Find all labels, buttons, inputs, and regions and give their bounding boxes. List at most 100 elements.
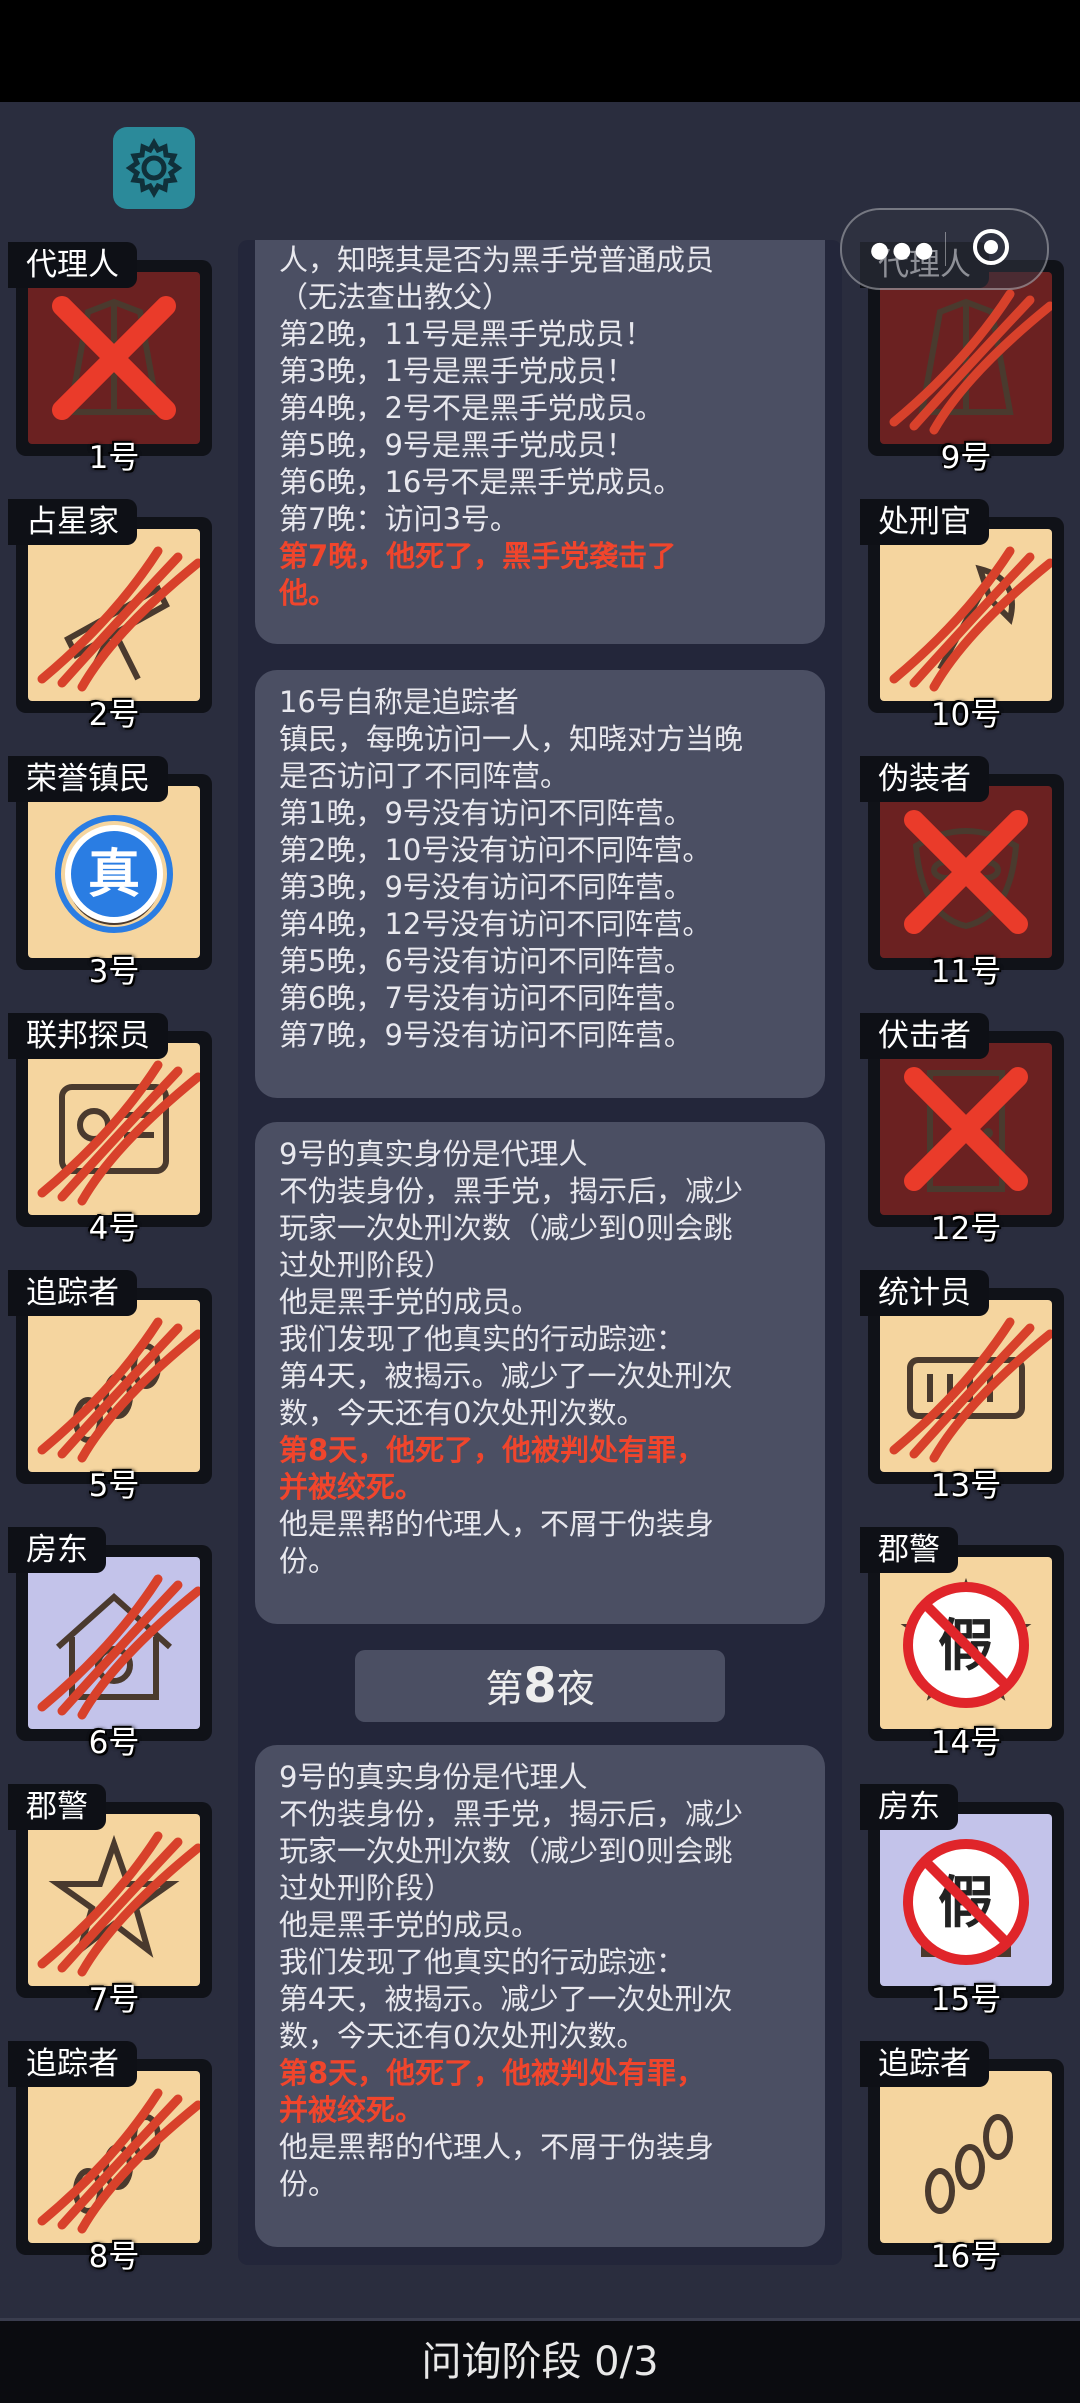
target-icon[interactable]: [972, 228, 1010, 266]
coat-icon: [889, 289, 1052, 435]
log-line: 9号的真实身份是代理人: [279, 1760, 588, 1794]
role-label: 代理人: [8, 242, 137, 288]
footprints-icon: [925, 2114, 1013, 2214]
door-icon: [904, 1067, 1028, 1192]
more-dots-icon[interactable]: ●●●: [870, 238, 937, 263]
footprints-icon: [37, 2088, 200, 2234]
axe-icon: [889, 546, 1052, 692]
player-number: 3号: [88, 954, 140, 990]
player-card[interactable]: 假 郡警 14号: [856, 1527, 1064, 1761]
player-number: 9号: [940, 440, 992, 476]
dead-x-icon: [904, 810, 1028, 934]
role-label: 追踪者: [8, 1270, 137, 1316]
role-portrait: [880, 529, 1052, 701]
log-line: （无法查出教父）: [279, 280, 512, 314]
log-line: 第5晚，6号没有访问不同阵营。: [279, 944, 693, 978]
player-card[interactable]: 追踪者 16号: [856, 2041, 1064, 2275]
log-line-death: 第7晚，他死了，黑手党袭击了: [279, 539, 677, 573]
player-number: 16号: [930, 2239, 1002, 2275]
player-number: 14号: [930, 1725, 1002, 1761]
log-line: 我们发现了他真实的行动踪迹：: [279, 1322, 686, 1356]
role-label: 郡警: [860, 1527, 958, 1573]
settings-button[interactable]: [113, 127, 195, 209]
log-line: 第4晚，12号没有访问不同阵营。: [279, 907, 712, 941]
mini-program-capsule: ●●●: [840, 208, 1049, 290]
player-card[interactable]: 代理人 1号: [4, 242, 212, 476]
log-entry: 9号的真实身份是代理人 不伪装身份，黑手党，揭示后，减少 玩家一次处刑次数（减少到0…: [255, 1745, 825, 2247]
mask-icon: [904, 810, 1028, 934]
player-card[interactable]: 统计员 13号: [856, 1270, 1064, 1504]
role-portrait: 假: [880, 1814, 1052, 1986]
role-portrait: [880, 1043, 1052, 1215]
log-line: 人，知晓其是否为黑手党普通成员: [279, 243, 715, 277]
log-line: 他是黑手党的成员。: [279, 1285, 541, 1319]
log-line: 我们发现了他真实的行动踪迹：: [279, 1945, 686, 1979]
gear-icon: [125, 137, 183, 199]
player-card[interactable]: 伏击者 12号: [856, 1013, 1064, 1247]
role-label: 追踪者: [860, 2041, 989, 2087]
player-card[interactable]: 真 荣誉镇民 3号: [4, 756, 212, 990]
log-line: 第6晚，7号没有访问不同阵营。: [279, 981, 693, 1015]
role-label: 占星家: [8, 499, 137, 545]
log-line: 第2晚，11号是黑手党成员！: [279, 317, 654, 351]
log-line: 是否访问了不同阵营。: [279, 759, 570, 793]
log-line: 第1晚，9号没有访问不同阵营。: [279, 796, 693, 830]
role-label: 联邦探员: [8, 1013, 168, 1059]
fake-badge-icon: 假: [903, 1582, 1029, 1708]
player-card[interactable]: 占星家 2号: [4, 499, 212, 733]
log-line: 他是黑手党的成员。: [279, 1908, 541, 1942]
log-line: 过处刑阶段）: [279, 1871, 454, 1905]
role-portrait: [28, 1043, 200, 1215]
player-card[interactable]: 房东 6号: [4, 1527, 212, 1761]
status-bar: [0, 0, 1080, 102]
player-card[interactable]: 联邦探员 4号: [4, 1013, 212, 1247]
role-portrait: [28, 1300, 200, 1472]
player-card[interactable]: 追踪者 8号: [4, 2041, 212, 2275]
role-portrait: [880, 2071, 1052, 2243]
badge-text: 真: [88, 845, 140, 905]
role-portrait: 真: [28, 786, 200, 958]
player-card[interactable]: 伪装者 11号: [856, 756, 1064, 990]
player-number: 13号: [930, 1468, 1002, 1504]
night-prefix: 第: [485, 1667, 524, 1711]
sheriff-star-icon: 假: [900, 1577, 1032, 1708]
counter-icon: [889, 1317, 1052, 1463]
log-line: 份。: [279, 2167, 338, 2201]
role-label: 伏击者: [860, 1013, 989, 1059]
log-line: 份。: [279, 1544, 338, 1578]
log-line: 第7晚，9号没有访问不同阵营。: [279, 1018, 693, 1052]
role-portrait: [28, 2071, 200, 2243]
player-card[interactable]: 郡警 7号: [4, 1784, 212, 2018]
log-line: 镇民，每晚访问一人，知晓对方当晚: [279, 722, 744, 756]
claw-marks-icon: [889, 1317, 1052, 1463]
role-label: 处刑官: [860, 499, 989, 545]
sheriff-star-icon: [37, 1831, 200, 1977]
capsule-divider: [945, 232, 946, 266]
verified-badge-icon: 真: [55, 815, 173, 933]
night-divider: 第8夜: [355, 1650, 725, 1722]
role-portrait: [880, 272, 1052, 444]
log-line: 第6晚，16号不是黑手党成员。: [279, 465, 683, 499]
player-number: 12号: [930, 1211, 1002, 1247]
player-number: 6号: [88, 1725, 140, 1761]
log-line: 第2晚，10号没有访问不同阵营。: [279, 833, 712, 867]
player-number: 5号: [88, 1468, 140, 1504]
log-line: 9号的真实身份是代理人: [279, 1137, 588, 1171]
role-label: 伪装者: [860, 756, 989, 802]
role-portrait: [28, 1557, 200, 1729]
night-number: 8: [523, 1658, 557, 1714]
log-line-death: 他。: [279, 576, 338, 610]
log-line: 数，今天还有0次处刑次数。: [279, 1396, 646, 1430]
log-line-death: 第8天，他死了，他被判处有罪，: [279, 1433, 706, 1467]
night-suffix: 夜: [556, 1667, 595, 1711]
role-portrait: [880, 786, 1052, 958]
player-card[interactable]: 假 房东 15号: [856, 1784, 1064, 2018]
log-line: 他是黑帮的代理人，不屑于伪装身: [279, 1507, 715, 1541]
player-number: 4号: [88, 1211, 140, 1247]
player-card[interactable]: 处刑官 10号: [856, 499, 1064, 733]
phase-bar[interactable]: 问询阶段 0/3: [0, 2318, 1080, 2403]
footprints-icon: [37, 1317, 200, 1463]
claw-marks-icon: [37, 1317, 200, 1463]
player-card[interactable]: 追踪者 5号: [4, 1270, 212, 1504]
role-label: 房东: [8, 1527, 106, 1573]
